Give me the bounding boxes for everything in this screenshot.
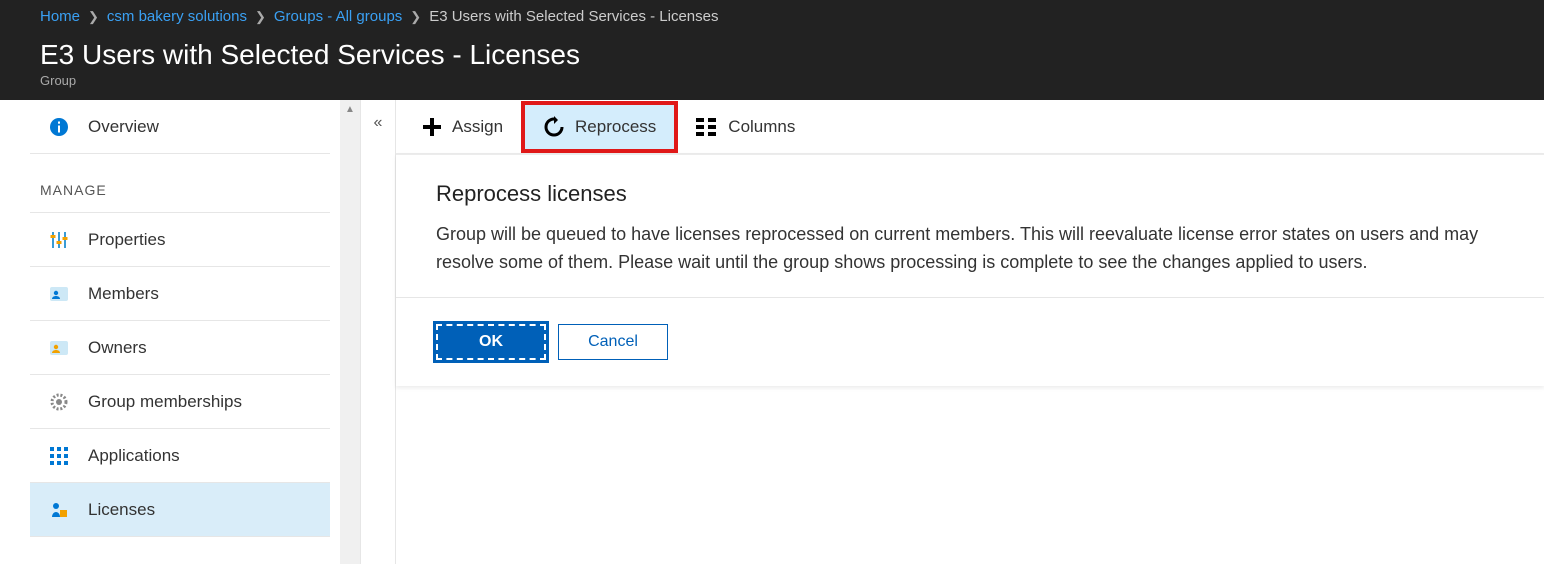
main-content: Assign Reprocess Columns Reprocess licen…	[396, 100, 1544, 564]
info-icon	[48, 117, 70, 137]
toolbar-label: Reprocess	[575, 117, 656, 137]
columns-icon	[696, 118, 718, 136]
cancel-button[interactable]: Cancel	[558, 324, 668, 360]
sidebar-item-label: Overview	[88, 117, 159, 137]
panel-title: Reprocess licenses	[436, 181, 1504, 207]
sidebar: Overview MANAGE Properties Members Ow	[0, 100, 360, 564]
breadcrumb-current: E3 Users with Selected Services - Licens…	[429, 8, 718, 25]
ok-button[interactable]: OK	[436, 324, 546, 360]
reprocess-button[interactable]: Reprocess	[521, 101, 678, 153]
sidebar-item-members[interactable]: Members	[30, 267, 330, 321]
columns-button[interactable]: Columns	[678, 105, 813, 149]
breadcrumb-groups[interactable]: Groups - All groups	[274, 8, 402, 25]
sidebar-item-properties[interactable]: Properties	[30, 213, 330, 267]
sidebar-item-applications[interactable]: Applications	[30, 429, 330, 483]
assign-button[interactable]: Assign	[404, 105, 521, 149]
license-icon	[48, 500, 70, 520]
breadcrumb: Home ❯ csm bakery solutions ❯ Groups - A…	[40, 0, 1544, 39]
collapse-sidebar-button[interactable]: «	[360, 100, 396, 564]
chevron-left-double-icon: «	[374, 114, 383, 564]
chevron-right-icon: ❯	[410, 9, 421, 25]
sidebar-item-owners[interactable]: Owners	[30, 321, 330, 375]
panel-buttons: OK Cancel	[436, 324, 1504, 386]
panel-description: Group will be queued to have licenses re…	[436, 221, 1504, 277]
toolbar-label: Assign	[452, 117, 503, 137]
sidebar-item-group-memberships[interactable]: Group memberships	[30, 375, 330, 429]
breadcrumb-org[interactable]: csm bakery solutions	[107, 8, 247, 25]
toolbar-label: Columns	[728, 117, 795, 137]
reprocess-panel: Reprocess licenses Group will be queued …	[396, 154, 1544, 386]
page-title: E3 Users with Selected Services - Licens…	[40, 39, 1544, 71]
scroll-up-icon[interactable]: ▲	[340, 100, 360, 118]
breadcrumb-home[interactable]: Home	[40, 8, 80, 25]
sidebar-item-label: Properties	[88, 230, 165, 250]
page-subtitle: Group	[40, 73, 1544, 88]
sidebar-item-label: Group memberships	[88, 392, 242, 412]
body: Overview MANAGE Properties Members Ow	[0, 100, 1544, 564]
chevron-right-icon: ❯	[88, 9, 99, 25]
sidebar-item-overview[interactable]: Overview	[30, 100, 330, 154]
owners-icon	[48, 338, 70, 358]
chevron-right-icon: ❯	[255, 9, 266, 25]
sidebar-item-licenses[interactable]: Licenses	[30, 483, 330, 537]
grid-icon	[48, 447, 70, 465]
sidebar-item-label: Members	[88, 284, 159, 304]
gear-icon	[48, 392, 70, 412]
plus-icon	[422, 117, 442, 137]
sidebar-item-label: Applications	[88, 446, 180, 466]
reprocess-icon	[543, 116, 565, 138]
sliders-icon	[48, 230, 70, 250]
sidebar-item-label: Owners	[88, 338, 147, 358]
sidebar-item-label: Licenses	[88, 500, 155, 520]
scrollbar[interactable]: ▲	[340, 100, 360, 564]
sidebar-section-manage: MANAGE	[30, 154, 330, 213]
toolbar: Assign Reprocess Columns	[396, 100, 1544, 154]
divider	[396, 297, 1544, 298]
members-icon	[48, 284, 70, 304]
header: Home ❯ csm bakery solutions ❯ Groups - A…	[0, 0, 1544, 100]
